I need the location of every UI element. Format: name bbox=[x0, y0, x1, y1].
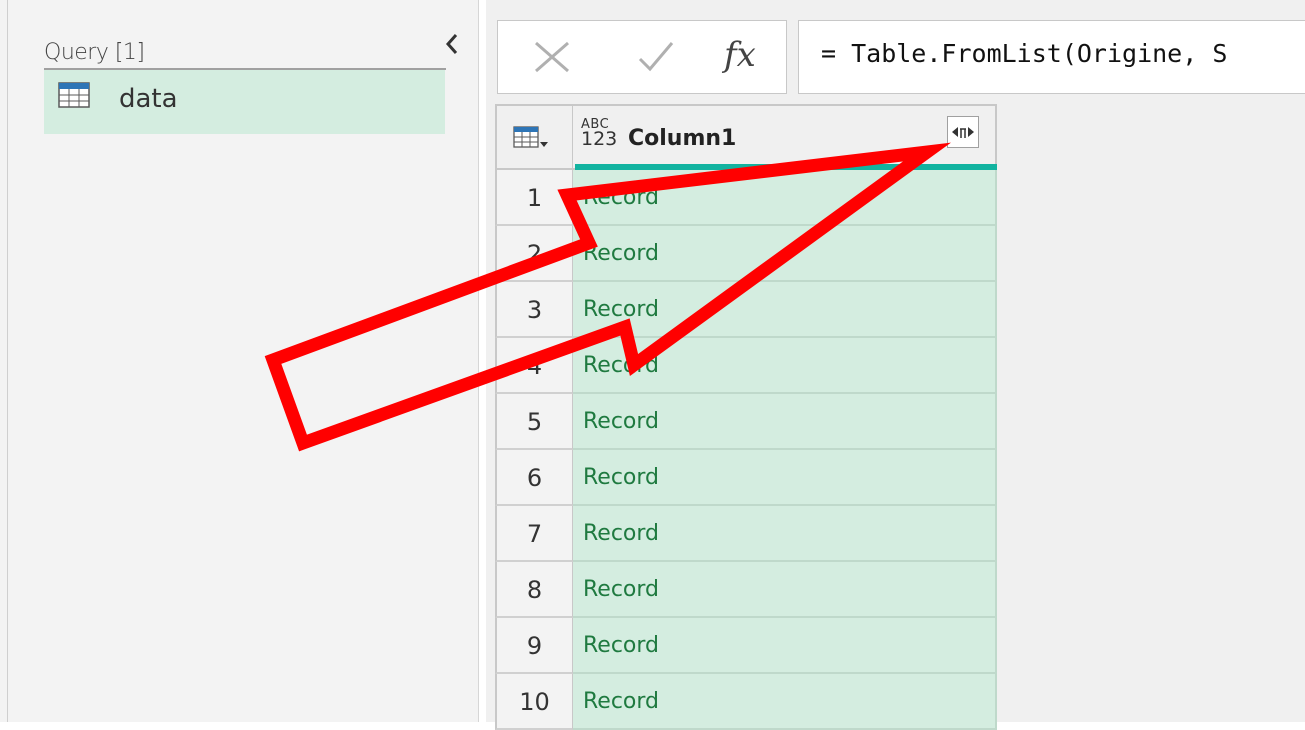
table-row: 3 Record bbox=[495, 282, 997, 338]
column-header-column1[interactable]: ABC 123 Column1 bbox=[573, 104, 997, 170]
record-cell[interactable]: Record bbox=[573, 226, 997, 282]
table-row: 6 Record bbox=[495, 450, 997, 506]
row-number[interactable]: 1 bbox=[495, 170, 573, 226]
column-name: Column1 bbox=[628, 126, 737, 151]
type-any-icon[interactable]: ABC 123 bbox=[581, 118, 623, 154]
queries-pane: Query [1] data bbox=[0, 0, 479, 722]
record-cell[interactable]: Record bbox=[573, 282, 997, 338]
table-icon bbox=[58, 82, 90, 113]
expand-column-button[interactable] bbox=[947, 116, 979, 148]
record-cell[interactable]: Record bbox=[573, 450, 997, 506]
data-grid: ABC 123 Column1 1 Record 2 Record 3 Reco… bbox=[495, 104, 997, 730]
row-number[interactable]: 8 bbox=[495, 562, 573, 618]
collapse-pane-button[interactable] bbox=[437, 28, 467, 60]
formula-buttons: fx bbox=[497, 20, 787, 94]
close-icon[interactable] bbox=[532, 39, 572, 80]
queries-header: Query [1] bbox=[44, 38, 446, 70]
record-cell[interactable]: Record bbox=[573, 562, 997, 618]
table-row: 8 Record bbox=[495, 562, 997, 618]
chevron-left-icon bbox=[445, 34, 458, 54]
table-menu-button[interactable] bbox=[495, 104, 573, 170]
record-cell[interactable]: Record bbox=[573, 170, 997, 226]
query-item-data[interactable]: data bbox=[44, 70, 445, 134]
table-row: 5 Record bbox=[495, 394, 997, 450]
record-cell[interactable]: Record bbox=[573, 618, 997, 674]
row-number[interactable]: 3 bbox=[495, 282, 573, 338]
table-row: 9 Record bbox=[495, 618, 997, 674]
expand-column-icon bbox=[952, 127, 974, 138]
row-number[interactable]: 4 bbox=[495, 338, 573, 394]
row-number[interactable]: 2 bbox=[495, 226, 573, 282]
record-cell[interactable]: Record bbox=[573, 506, 997, 562]
table-row: 7 Record bbox=[495, 506, 997, 562]
table-row: 4 Record bbox=[495, 338, 997, 394]
row-number[interactable]: 9 bbox=[495, 618, 573, 674]
pane-edge bbox=[7, 0, 8, 722]
row-number[interactable]: 6 bbox=[495, 450, 573, 506]
record-cell[interactable]: Record bbox=[573, 338, 997, 394]
row-number[interactable]: 7 bbox=[495, 506, 573, 562]
table-row: 1 Record bbox=[495, 170, 997, 226]
record-cell[interactable]: Record bbox=[573, 394, 997, 450]
check-icon[interactable] bbox=[636, 39, 676, 80]
formula-text: = Table.FromList(Origine, S bbox=[821, 39, 1228, 68]
query-item-label: data bbox=[119, 84, 178, 114]
table-menu-icon bbox=[513, 126, 549, 155]
type-icon-123: 123 bbox=[581, 128, 618, 150]
row-number[interactable]: 5 bbox=[495, 394, 573, 450]
table-row: 2 Record bbox=[495, 226, 997, 282]
fx-button[interactable]: fx bbox=[724, 35, 756, 75]
formula-input[interactable]: = Table.FromList(Origine, S bbox=[798, 20, 1305, 94]
